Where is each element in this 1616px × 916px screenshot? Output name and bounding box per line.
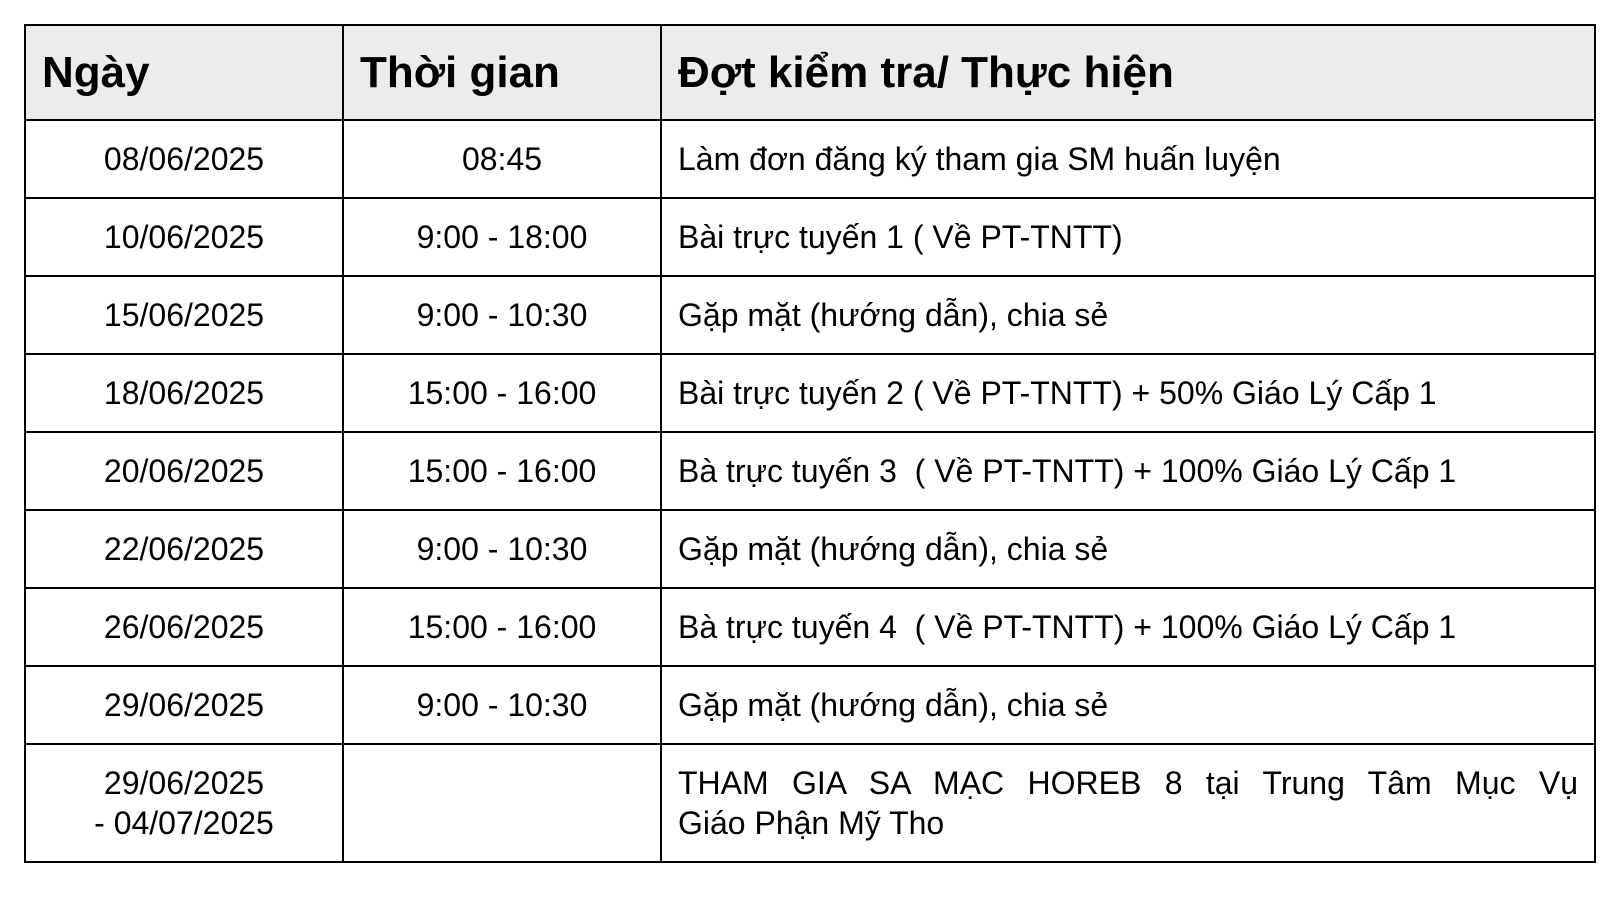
cell-task: THAM GIA SA MẠC HOREB 8 tại Trung Tâm Mụ… (660, 743, 1596, 863)
table-header-row: Ngày Thời gian Đợt kiểm tra/ Thực hiện (24, 24, 1596, 121)
cell-task: Bà trực tuyến 4 ( Về PT-TNTT) + 100% Giá… (660, 587, 1596, 667)
cell-date: 22/06/2025 (24, 509, 344, 589)
cell-date: 20/06/2025 (24, 431, 344, 511)
cell-date: 29/06/2025 - 04/07/2025 (24, 743, 344, 863)
cell-time: 9:00 - 10:30 (342, 275, 662, 355)
header-date: Ngày (24, 24, 344, 121)
table-row: 15/06/2025 9:00 - 10:30 Gặp mặt (hướng d… (24, 275, 1596, 355)
cell-task: Bài trực tuyến 2 ( Về PT-TNTT) + 50% Giá… (660, 353, 1596, 433)
header-task: Đợt kiểm tra/ Thực hiện (660, 24, 1596, 121)
cell-time: 15:00 - 16:00 (342, 431, 662, 511)
cell-time: 9:00 - 18:00 (342, 197, 662, 277)
cell-time: 9:00 - 10:30 (342, 665, 662, 745)
cell-task: Bà trực tuyến 3 ( Về PT-TNTT) + 100% Giá… (660, 431, 1596, 511)
cell-task: Bài trực tuyến 1 ( Về PT-TNTT) (660, 197, 1596, 277)
table-row: 29/06/2025 - 04/07/2025 THAM GIA SA MẠC … (24, 743, 1596, 863)
schedule-table: Ngày Thời gian Đợt kiểm tra/ Thực hiện 0… (24, 24, 1596, 863)
cell-date: 15/06/2025 (24, 275, 344, 355)
cell-task: Gặp mặt (hướng dẫn), chia sẻ (660, 665, 1596, 745)
cell-task: Gặp mặt (hướng dẫn), chia sẻ (660, 275, 1596, 355)
cell-task-line-2: Giáo Phận Mỹ Tho (678, 805, 945, 841)
header-time: Thời gian (342, 24, 662, 121)
table-row: 08/06/2025 08:45 Làm đơn đăng ký tham gi… (24, 119, 1596, 199)
cell-date: 29/06/2025 (24, 665, 344, 745)
table-row: 29/06/2025 9:00 - 10:30 Gặp mặt (hướng d… (24, 665, 1596, 745)
table-row: 10/06/2025 9:00 - 18:00 Bài trực tuyến 1… (24, 197, 1596, 277)
cell-date: 26/06/2025 (24, 587, 344, 667)
table-row: 22/06/2025 9:00 - 10:30 Gặp mặt (hướng d… (24, 509, 1596, 589)
cell-time: 15:00 - 16:00 (342, 353, 662, 433)
cell-date-end: - 04/07/2025 (94, 805, 274, 841)
cell-date: 08/06/2025 (24, 119, 344, 199)
table-row: 20/06/2025 15:00 - 16:00 Bà trực tuyến 3… (24, 431, 1596, 511)
cell-task-line-1: THAM GIA SA MẠC HOREB 8 tại Trung Tâm Mụ… (678, 765, 1578, 801)
cell-time: 08:45 (342, 119, 662, 199)
cell-date: 10/06/2025 (24, 197, 344, 277)
cell-time: 9:00 - 10:30 (342, 509, 662, 589)
cell-time (342, 743, 662, 863)
cell-date: 18/06/2025 (24, 353, 344, 433)
table-row: 26/06/2025 15:00 - 16:00 Bà trực tuyến 4… (24, 587, 1596, 667)
table-row: 18/06/2025 15:00 - 16:00 Bài trực tuyến … (24, 353, 1596, 433)
cell-task: Làm đơn đăng ký tham gia SM huấn luyện (660, 119, 1596, 199)
cell-task: Gặp mặt (hướng dẫn), chia sẻ (660, 509, 1596, 589)
cell-time: 15:00 - 16:00 (342, 587, 662, 667)
cell-date-start: 29/06/2025 (103, 765, 265, 801)
